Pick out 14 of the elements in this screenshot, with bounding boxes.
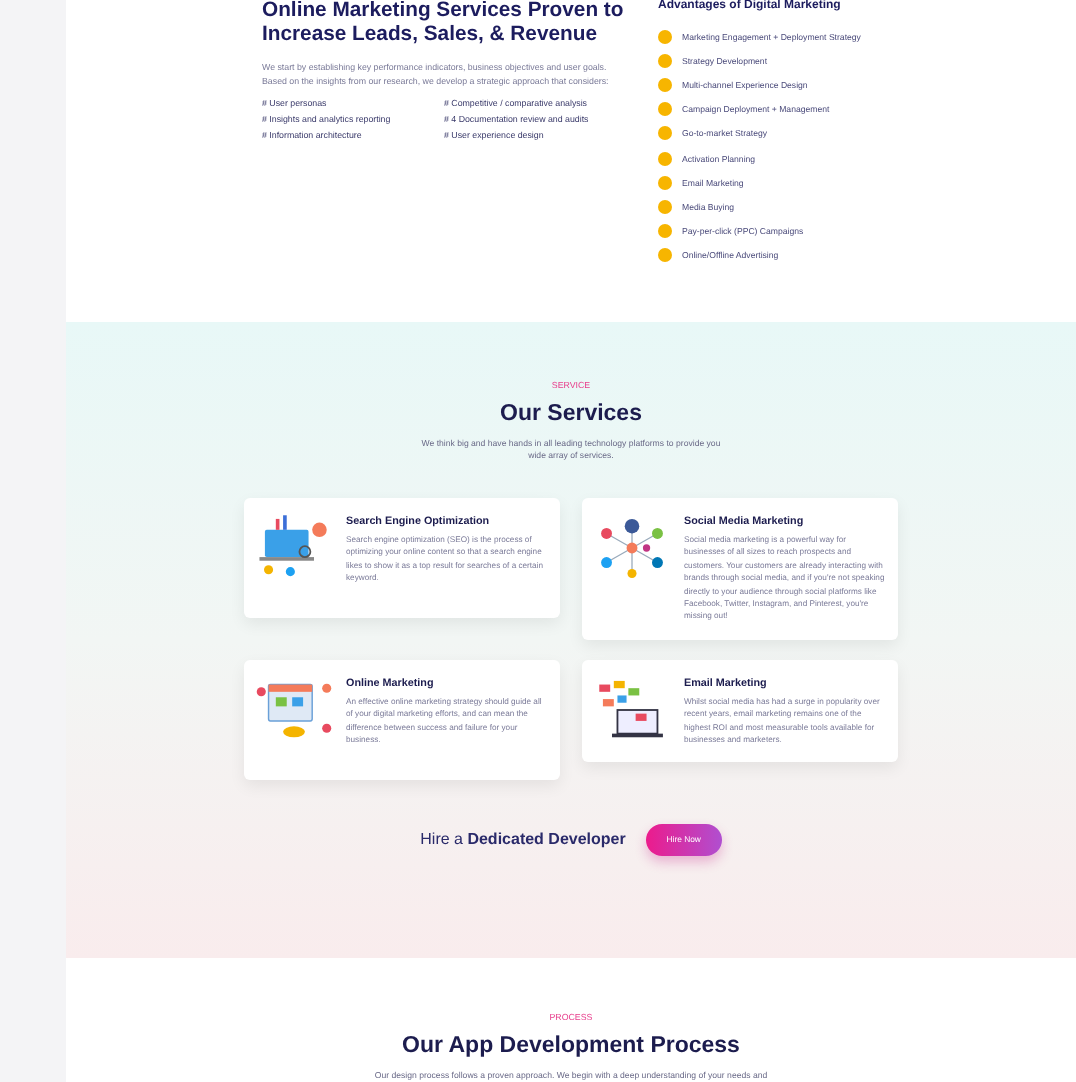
bullet-icon xyxy=(658,29,672,44)
section-heading: Our Services xyxy=(500,399,642,430)
bullet-icon xyxy=(658,224,672,239)
bullet-icon xyxy=(658,126,672,141)
section-title: Online Marketing Services Proven to Increase Leads, Sales, & Revenue xyxy=(262,0,626,48)
bullet-icon xyxy=(658,102,672,117)
bullet-icon xyxy=(658,53,672,68)
bullet-icon xyxy=(658,175,672,190)
bullet-icon xyxy=(658,151,672,166)
bullet-icon xyxy=(658,77,672,92)
bullet-icon xyxy=(658,199,672,214)
section-heading: Our App Development Process xyxy=(402,1032,740,1062)
bullet-icon xyxy=(658,248,672,263)
hire-headline: Hire a Dedicated Developer xyxy=(420,830,626,849)
